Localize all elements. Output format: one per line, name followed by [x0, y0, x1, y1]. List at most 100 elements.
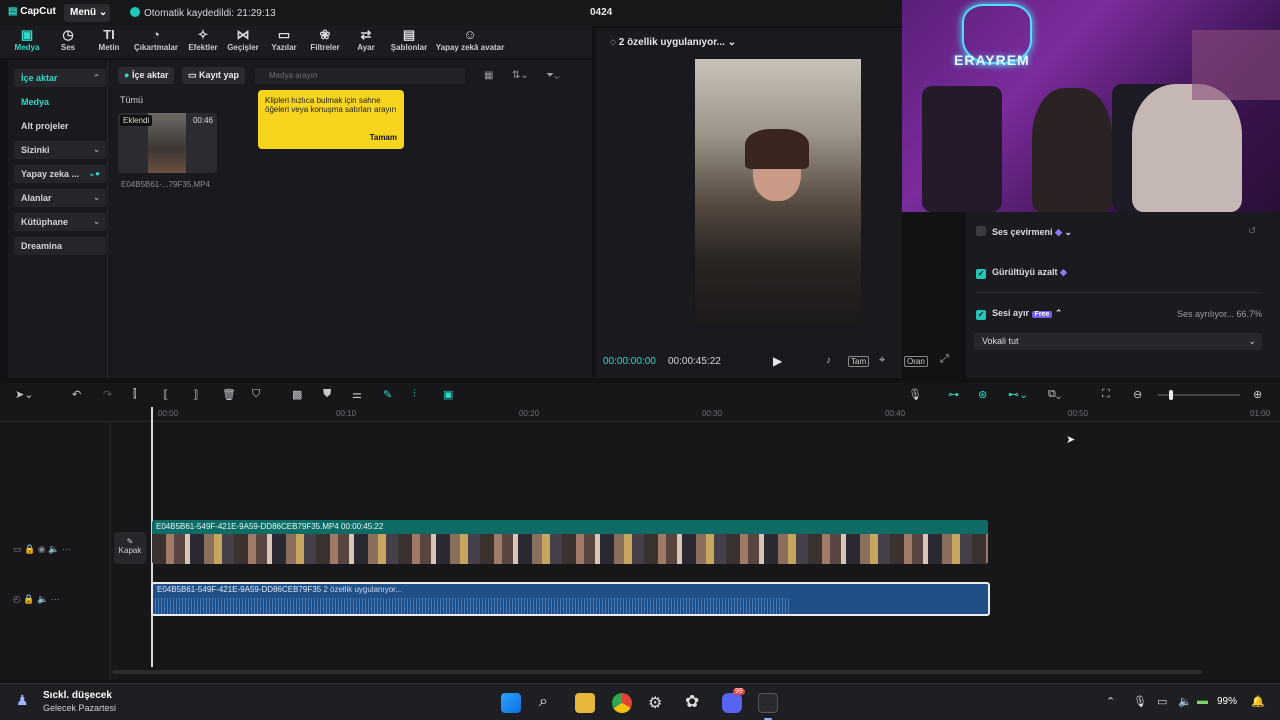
nav-sizinki[interactable]: Sizinki ⌄ — [14, 141, 106, 159]
chatgpt-icon[interactable]: ✿ — [685, 692, 699, 712]
microphone-icon[interactable]: 🎙 — [908, 388, 922, 401]
tab-metin[interactable]: TI Metin — [94, 28, 124, 53]
import-button[interactable]: ● İçe aktar — [118, 67, 175, 84]
timeline-scrollbar[interactable] — [112, 670, 1202, 674]
nav-alanlar[interactable]: Alanlar ⌄ — [14, 189, 106, 207]
checkbox[interactable]: ✓ — [976, 310, 986, 320]
more-icon[interactable]: ⋯ — [62, 544, 71, 554]
checkbox[interactable] — [976, 226, 986, 236]
play-button[interactable]: ▶ — [773, 354, 782, 368]
auto-caption-icon[interactable]: ▣ — [443, 388, 453, 401]
volume-icon[interactable]: 🔈 — [1178, 695, 1192, 708]
nav-alt-projeler[interactable]: Alt projeler — [14, 117, 106, 135]
snapshot-icon[interactable]: ⌖ — [879, 354, 885, 367]
separate-voice-option[interactable]: ✓ Sesi ayır Free ⌃ — [976, 308, 1062, 320]
tab-sablonlar[interactable]: ▤ Şablonlar — [388, 28, 430, 53]
zoom-slider[interactable] — [1158, 390, 1240, 400]
nav-kutuphane[interactable]: Kütüphane ⌄ — [14, 213, 106, 231]
menu-button[interactable]: Menü ⌄ — [64, 4, 110, 22]
network-icon[interactable]: ▭ — [1157, 695, 1167, 708]
audio-clip[interactable]: E04B5B61-549F-421E-9A59-DD86CEB79F35 2 ö… — [151, 582, 990, 616]
separation-progress: Ses ayrılıyor... 66.7% — [1176, 309, 1262, 319]
zoom-slider-handle[interactable] — [1169, 390, 1173, 400]
split-right-icon[interactable]: ⟧ — [193, 388, 198, 401]
nav-label: Sizinki — [21, 145, 50, 155]
tab-ses[interactable]: ◷ Ses — [54, 28, 82, 53]
lock-icon[interactable]: 🔒 — [23, 594, 34, 604]
ruler-tick: 00:10 — [336, 409, 357, 418]
nav-import[interactable]: İçe aktar ⌃ — [14, 69, 106, 87]
link-main-icon[interactable]: ⊶ — [948, 388, 959, 401]
discord-icon[interactable] — [722, 693, 742, 713]
tab-medya[interactable]: ▣ Medya — [10, 28, 44, 53]
lock-icon[interactable]: 🔒 — [24, 544, 35, 554]
delete-icon[interactable]: 🗑 — [222, 388, 236, 401]
fit-icon[interactable]: ⛶ — [1102, 388, 1110, 401]
eye-icon[interactable]: ◉ — [38, 544, 46, 554]
chevron-up-icon[interactable]: ⌃ — [1106, 695, 1115, 708]
record-button[interactable]: ▭ Kayıt yap — [182, 67, 246, 84]
voice-translate-option[interactable]: Ses çevirmeni ◆ ⌄ — [976, 226, 1072, 238]
tab-cikartmalar[interactable]: ◔ Çıkartmalar — [132, 28, 180, 53]
battery-icon[interactable]: ▬ — [1197, 695, 1208, 707]
fullscreen-icon[interactable]: ⤢ — [940, 353, 949, 366]
search-icon[interactable]: ⌕ — [539, 693, 548, 711]
split-left-icon[interactable]: ⟦ — [163, 388, 168, 401]
sort-icon[interactable]: ⇅⌄ — [512, 70, 529, 81]
tab-yazilar[interactable]: ▭ Yazılar — [268, 28, 300, 53]
chrome-icon[interactable] — [612, 693, 632, 713]
tooltip-ok-button[interactable]: Tamam — [370, 133, 397, 142]
preview-axis-icon[interactable]: ⧉⌄ — [1048, 388, 1061, 401]
weather-title[interactable]: Sıckl. düşecek — [43, 690, 112, 701]
tool-app-icon[interactable]: ⚙ — [648, 693, 662, 713]
weather-icon[interactable]: ♟ — [16, 692, 29, 709]
ratio-button[interactable]: Oran — [904, 356, 928, 367]
zoom-in-icon[interactable]: ⊕ — [1253, 388, 1262, 401]
freeze-icon[interactable]: ▩ — [292, 388, 302, 401]
volume-icon[interactable]: 🔈 — [48, 544, 59, 554]
media-clip-thumbnail[interactable]: Eklendi 00:46 — [118, 113, 217, 173]
filter-icon[interactable]: ⏷⌄ — [546, 70, 559, 81]
cover-button[interactable]: ✎ Kapak — [114, 532, 146, 564]
noise-reduce-option[interactable]: ✓ Gürültüyü azalt ◆ — [976, 267, 1067, 279]
mask-icon[interactable]: ⛊ — [323, 388, 331, 401]
mark-icon[interactable]: ⛉ — [252, 388, 260, 401]
zoom-out-icon[interactable]: ⊖ — [1133, 388, 1142, 401]
project-title: 0424 — [590, 7, 613, 18]
reset-icon[interactable]: ↺ — [1248, 226, 1256, 237]
waveform-icon[interactable]: ⫶ — [413, 388, 416, 401]
nav-dreamina[interactable]: Dreamina — [14, 237, 106, 255]
checkbox[interactable]: ✓ — [976, 269, 986, 279]
microphone-icon[interactable]: 🎙 — [1133, 695, 1147, 708]
tab-ai-avatar[interactable]: ☺ Yapay zekâ avatar — [434, 28, 506, 53]
adjust-tool-icon[interactable]: ⚌ — [352, 388, 362, 401]
link-clips-icon[interactable]: ⊷⌄ — [1008, 388, 1028, 401]
redo-icon[interactable]: ↷ — [103, 388, 112, 401]
select-tool-icon[interactable]: ➤⌄ — [15, 388, 33, 401]
start-icon[interactable] — [501, 693, 521, 713]
nav-yapay-zeka[interactable]: Yapay zeka ... ⌄● — [14, 165, 106, 183]
filter-all[interactable]: Tümü — [120, 95, 143, 105]
tiktok-icon[interactable]: ♪ — [826, 355, 831, 366]
tab-efektler[interactable]: ✧ Efektler — [186, 28, 220, 53]
tab-ayar[interactable]: ⇄ Ayar — [352, 28, 380, 53]
preview-status[interactable]: ◌ 2 özellik uygulanıyor... ⌄ — [610, 37, 736, 48]
split-icon[interactable]: ⫿ — [133, 388, 137, 401]
undo-icon[interactable]: ↶ — [72, 388, 81, 401]
more-icon[interactable]: ⋯ — [51, 594, 60, 604]
magnet-icon[interactable]: ⊛ — [978, 388, 987, 401]
notification-bell-icon[interactable]: 🔔 — [1251, 695, 1265, 708]
file-explorer-icon[interactable] — [575, 693, 595, 713]
tab-filtreler[interactable]: ❀ Filtreler — [308, 28, 342, 53]
clip-image — [148, 113, 186, 173]
media-search-input[interactable]: Medya arayın — [255, 68, 465, 84]
nav-medya[interactable]: Medya — [14, 93, 106, 111]
full-quality-button[interactable]: Tam — [848, 356, 870, 367]
video-clip[interactable]: E04B5B61-549F-421E-9A59-DD86CEB79F35.MP4… — [152, 520, 988, 564]
ai-edit-icon[interactable]: ✎ — [383, 388, 392, 401]
tab-gecisler[interactable]: ⋈ Geçişler — [226, 28, 260, 53]
capcut-icon[interactable] — [758, 693, 778, 713]
vocal-select[interactable]: Vokali tut ⌄ — [974, 333, 1262, 350]
grid-view-icon[interactable]: ▦ — [484, 70, 493, 81]
volume-icon[interactable]: 🔈 — [37, 594, 48, 604]
